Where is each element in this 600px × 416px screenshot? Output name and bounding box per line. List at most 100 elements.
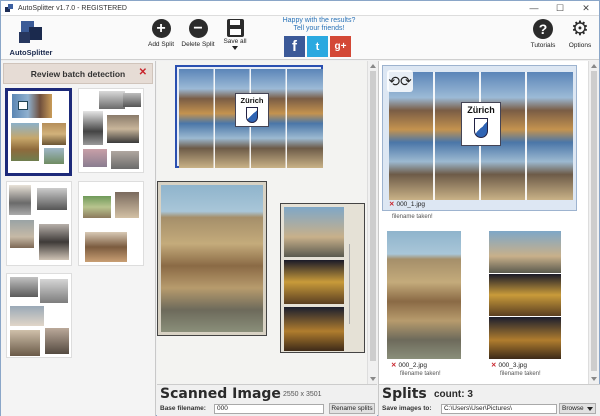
split-3-file: 000_3.jpg [498, 362, 528, 369]
split-region-2[interactable] [157, 181, 267, 336]
zurich-label: Zürich [240, 96, 264, 105]
scroll-thumb[interactable] [370, 71, 376, 361]
close-window-button[interactable]: ✕ [573, 1, 599, 16]
tutorials-label: Tutorials [530, 42, 556, 49]
split-1-file: 000_1.jpg [396, 201, 426, 208]
tutorials-button[interactable]: ? Tutorials [526, 19, 560, 49]
promo-text: Happy with the results? Tell your friend… [269, 17, 369, 33]
splits-title: Splits [382, 386, 427, 402]
facebook-icon[interactable]: f [284, 36, 305, 57]
batch-thumbnail-3[interactable] [6, 181, 72, 266]
splits-panel: Zürich ⟲⟳ ✕ 000_1.jpg filename taken! ✕ 00… [378, 61, 600, 416]
batch-thumbnail-5[interactable] [6, 273, 72, 358]
browse-dropdown-icon [587, 407, 593, 411]
center-scrollbar[interactable] [367, 61, 377, 384]
zurich-label-box: Zürich [235, 93, 269, 127]
app-logo: AutoSplitter [5, 19, 57, 59]
gear-icon: ⚙ [571, 18, 589, 40]
promo-line-1: Happy with the results? [282, 17, 356, 24]
options-label: Options [568, 42, 592, 49]
close-panel-icon[interactable]: ✕ [139, 67, 147, 78]
batch-thumbnail-4[interactable] [78, 181, 144, 266]
batch-thumbnail-1[interactable] [5, 88, 72, 176]
scroll-up-arrow-icon[interactable] [370, 64, 376, 68]
split-1-filename: ✕ 000_1.jpg [389, 200, 425, 208]
google-plus-icon[interactable]: g+ [330, 36, 351, 57]
split-3-photo-bottom [489, 317, 561, 359]
split-card-2[interactable] [387, 231, 461, 359]
social-share-buttons: f t g+ [284, 36, 351, 57]
split-region-3[interactable] [280, 203, 365, 353]
scanned-image-panel: Zürich Scanned Image 2550 x 3501 Base fi… [157, 61, 377, 416]
split-3-photo-top [489, 231, 561, 273]
splits-scrollbar[interactable] [588, 61, 599, 384]
split-1-zurich-label: Zürich [467, 105, 495, 115]
toolbar: AutoSplitter + Add Split − Delete Split … [1, 16, 599, 60]
scanned-image-title: Scanned Image [160, 386, 281, 402]
add-split-button[interactable]: + Add Split [141, 19, 181, 59]
building-photo [161, 185, 263, 332]
scroll-down-arrow-icon[interactable] [370, 377, 376, 381]
batch-thumbnail-2[interactable] [78, 88, 144, 173]
app-window: AutoSplitter v1.7.0 - REGISTERED — ☐ ✕ A… [0, 0, 600, 416]
split-region-1[interactable]: Zürich [175, 65, 323, 168]
postcard-photo-top [284, 207, 344, 257]
split-1-status: filename taken! [392, 214, 433, 220]
splits-canvas: Zürich ⟲⟳ ✕ 000_1.jpg filename taken! ✕ 00… [379, 61, 588, 384]
logo-text: AutoSplitter [9, 48, 53, 57]
rename-splits-button[interactable]: Rename splits [329, 403, 375, 414]
save-all-label: Save all [223, 38, 247, 45]
image-dimensions: 2550 x 3501 [283, 391, 322, 398]
batch-review-panel: Review batch detection ✕ [1, 61, 156, 416]
app-icon [5, 3, 14, 13]
question-mark-icon: ? [533, 19, 553, 39]
batch-review-title: Review batch detection [30, 68, 126, 79]
splits-scroll-down-arrow-icon[interactable] [591, 377, 597, 381]
browse-label: Browse [562, 405, 584, 412]
window-title: AutoSplitter v1.7.0 - REGISTERED [18, 4, 127, 12]
browse-button[interactable]: Browse [559, 403, 596, 414]
base-filename-input[interactable]: 000 [214, 404, 324, 414]
split-3-filename: ✕ 000_3.jpg [491, 361, 527, 369]
base-filename-label: Base filename: [160, 405, 206, 412]
dropdown-arrow-icon[interactable] [232, 46, 238, 50]
split-3-photo-mid [489, 274, 561, 316]
delete-split-3-icon[interactable]: ✕ [491, 362, 496, 369]
split-3-status: filename taken! [500, 371, 541, 377]
batch-review-header: Review batch detection ✕ [3, 63, 153, 84]
maximize-button[interactable]: ☐ [547, 1, 573, 16]
splits-footer: Splits count: 3 Save images to: C:\Users… [379, 384, 600, 416]
postcard-back-text [349, 244, 359, 324]
minus-circle-icon: − [188, 19, 208, 38]
split-2-filename: ✕ 000_2.jpg [391, 361, 427, 369]
save-images-label: Save images to: [382, 405, 432, 412]
title-bar: AutoSplitter v1.7.0 - REGISTERED — ☐ ✕ [1, 1, 599, 16]
floppy-disk-icon [226, 19, 244, 37]
options-button[interactable]: ⚙ Options [563, 19, 597, 49]
scanned-image-canvas[interactable]: Zürich [157, 61, 367, 384]
splits-scroll-up-arrow-icon[interactable] [591, 64, 597, 68]
twitter-icon[interactable]: t [307, 36, 328, 57]
splits-scroll-thumb[interactable] [591, 71, 597, 371]
zurich-crest-icon [246, 107, 258, 123]
split-2-photo [387, 231, 461, 359]
delete-split-2-icon[interactable]: ✕ [391, 362, 396, 369]
split-1-crest-icon [474, 118, 488, 138]
split-2-status: filename taken! [400, 371, 441, 377]
delete-split-1-icon[interactable]: ✕ [389, 201, 394, 208]
scanned-image-footer: Scanned Image 2550 x 3501 Base filename:… [157, 384, 377, 416]
save-all-button[interactable]: Save all [215, 19, 255, 59]
postcard-photo-tower [284, 307, 344, 351]
splits-count-value: 3 [467, 389, 473, 400]
rotate-icon[interactable]: ⟲⟳ [387, 70, 413, 92]
promo-line-2: Tell your friends! [293, 25, 345, 32]
postcard-photo-night [284, 260, 344, 304]
split-2-file: 000_2.jpg [398, 362, 428, 369]
splits-count-label: count: [434, 389, 465, 400]
split-1-label-box: Zürich [461, 102, 501, 146]
splits-count: count: 3 [434, 389, 473, 400]
save-path-input[interactable]: C:\Users\User\Pictures\ [441, 404, 557, 414]
minimize-button[interactable]: — [521, 1, 547, 16]
split-card-3[interactable] [489, 231, 561, 359]
split-card-1[interactable]: Zürich ⟲⟳ ✕ 000_1.jpg [382, 65, 577, 211]
